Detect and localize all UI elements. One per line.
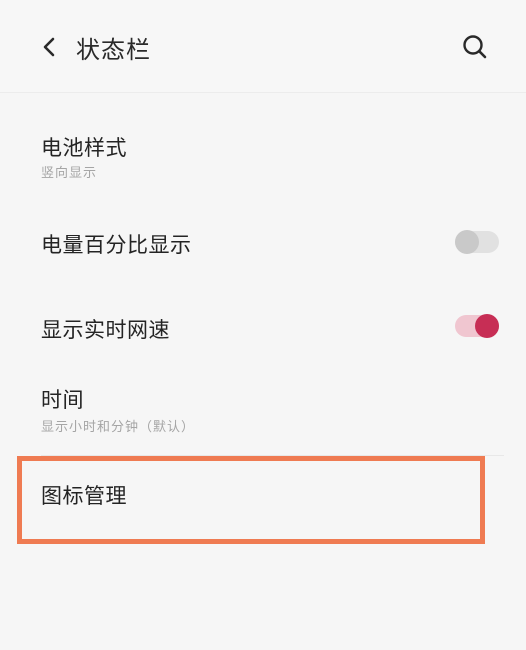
battery-percent-item[interactable]: 电量百分比显示 — [0, 193, 526, 283]
battery-style-value: 竖向显示 — [41, 166, 98, 181]
realtime-speed-label: 显示实时网速 — [41, 318, 170, 342]
time-label: 时间 — [41, 388, 84, 412]
toggle-knob — [455, 230, 479, 254]
search-icon[interactable] — [460, 32, 490, 62]
realtime-speed-toggle[interactable] — [455, 314, 499, 338]
time-item[interactable]: 时间 显示小时和分钟（默认） — [0, 373, 526, 453]
time-value: 显示小时和分钟（默认） — [41, 420, 196, 435]
icon-management-label: 图标管理 — [41, 484, 127, 508]
icon-management-item[interactable]: 图标管理 — [0, 458, 526, 548]
page-title: 状态栏 — [76, 36, 151, 64]
top-app-bar: 状态栏 — [0, 0, 526, 93]
toggle-knob — [475, 314, 499, 338]
battery-style-item[interactable]: 电池样式 竖向显示 — [0, 93, 526, 193]
realtime-speed-item[interactable]: 显示实时网速 — [0, 283, 526, 373]
battery-style-label: 电池样式 — [41, 136, 127, 160]
divider — [41, 455, 504, 456]
battery-percent-toggle[interactable] — [455, 230, 499, 254]
chevron-left-icon[interactable] — [38, 33, 60, 61]
battery-percent-label: 电量百分比显示 — [41, 233, 192, 257]
